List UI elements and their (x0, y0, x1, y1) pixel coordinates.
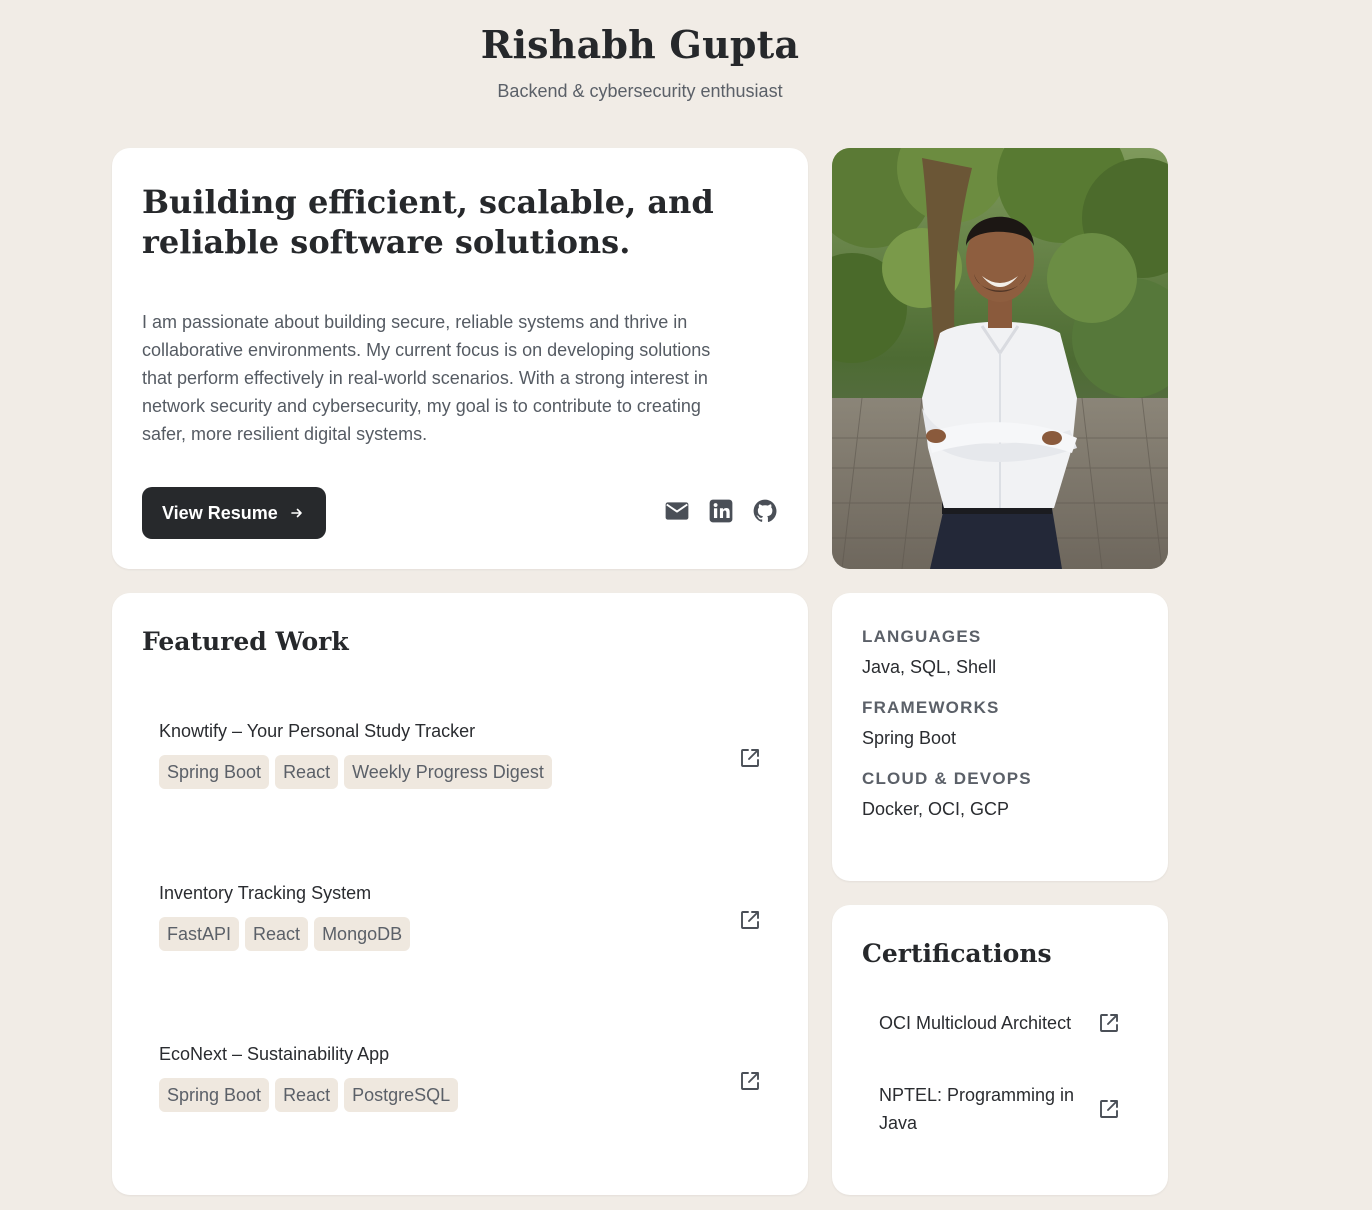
project-tags: Spring Boot React Weekly Progress Digest (159, 755, 761, 789)
hero-bio: I am passionate about building secure, r… (142, 312, 711, 444)
intro-card: Building efficient, scalable, and reliab… (112, 148, 808, 569)
certifications-heading: Certifications (862, 939, 1052, 968)
page-header: Rishabh Gupta Backend & cybersecurity en… (0, 22, 1280, 102)
certification-label: NPTEL: Programming in Java (879, 1085, 1075, 1133)
project-tag: React (275, 1078, 339, 1112)
project-tag: Spring Boot (159, 755, 270, 789)
project-tag: Spring Boot (159, 1078, 270, 1112)
skill-group-label: FRAMEWORKS (862, 698, 1000, 717)
certifications-card: Certifications OCI Multicloud Architect … (832, 905, 1168, 1195)
project-title: Inventory Tracking System (159, 883, 372, 903)
featured-work-heading: Featured Work (142, 627, 349, 656)
skill-group-value: Java, SQL, Shell (862, 657, 997, 677)
skill-group-label: CLOUD & DEVOPS (862, 769, 1032, 788)
view-resume-button[interactable]: View Resume (142, 487, 326, 539)
project-tags: Spring Boot React PostgreSQL (159, 1078, 761, 1112)
page-title: Rishabh Gupta (480, 22, 800, 67)
project-tag: FastAPI (159, 917, 240, 951)
external-link-icon[interactable] (739, 1070, 761, 1092)
certification-item[interactable]: OCI Multicloud Architect (879, 1009, 1120, 1037)
profile-photo-image (832, 148, 1168, 569)
project-tag: PostgreSQL (344, 1078, 459, 1112)
social-links (664, 498, 778, 524)
project-item[interactable]: EcoNext – Sustainability App Spring Boot… (159, 1042, 761, 1122)
profile-photo (832, 148, 1168, 569)
external-link-icon[interactable] (739, 909, 761, 931)
page-subtitle: Backend & cybersecurity enthusiast (497, 81, 783, 101)
external-link-icon[interactable] (739, 747, 761, 769)
certification-item[interactable]: NPTEL: Programming in Java (879, 1081, 1120, 1137)
linkedin-icon[interactable] (708, 498, 734, 524)
external-link-icon[interactable] (1098, 1012, 1120, 1034)
skills-card: LANGUAGES Java, SQL, Shell FRAMEWORKS Sp… (832, 593, 1168, 881)
hero-headline: Building efficient, scalable, and reliab… (142, 183, 714, 261)
arrow-right-icon (290, 508, 302, 518)
project-title: EcoNext – Sustainability App (159, 1044, 390, 1064)
project-item[interactable]: Knowtify – Your Personal Study Tracker S… (159, 719, 761, 799)
mail-icon[interactable] (664, 498, 690, 524)
github-icon[interactable] (752, 498, 778, 524)
project-title: Knowtify – Your Personal Study Tracker (159, 721, 476, 741)
project-tag: Weekly Progress Digest (344, 755, 552, 789)
project-item[interactable]: Inventory Tracking System FastAPI React … (159, 881, 761, 961)
skill-group-value: Spring Boot (862, 728, 957, 748)
skill-group-value: Docker, OCI, GCP (862, 799, 1010, 819)
external-link-icon[interactable] (1098, 1098, 1120, 1120)
skill-group-label: LANGUAGES (862, 627, 982, 646)
project-tag: React (275, 755, 339, 789)
certification-label: OCI Multicloud Architect (879, 1013, 1072, 1033)
project-tag: React (245, 917, 309, 951)
project-tags: FastAPI React MongoDB (159, 917, 761, 951)
view-resume-label: View Resume (162, 502, 278, 523)
project-tag: MongoDB (314, 917, 411, 951)
featured-work-card: Featured Work Knowtify – Your Personal S… (112, 593, 808, 1195)
